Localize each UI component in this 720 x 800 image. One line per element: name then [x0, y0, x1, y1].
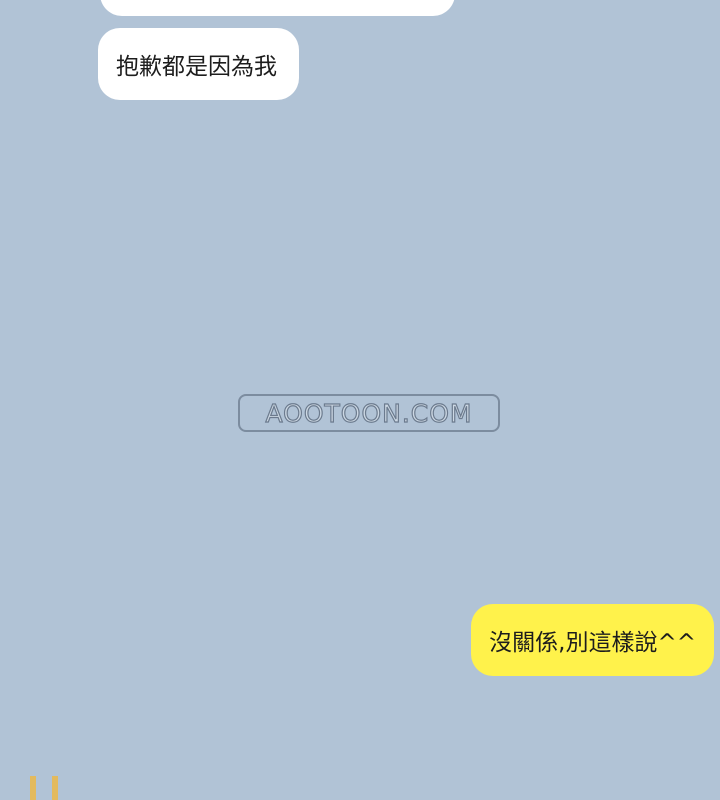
message-bubble-incoming[interactable]: 抱歉都是因為我 [98, 28, 299, 100]
message-text: 抱歉都是因為我 [116, 54, 277, 80]
watermark: AOOTOON.COM [238, 394, 500, 432]
message-bubble-previous[interactable] [100, 0, 455, 16]
message-bubble-outgoing[interactable]: 沒關係,別這樣說^^ [471, 604, 714, 676]
chat-area: 抱歉都是因為我 AOOTOON.COM 沒關係,別這樣說^^ [0, 0, 720, 800]
strip-glow [52, 776, 58, 800]
message-text: 沒關係,別這樣說^^ [489, 630, 696, 656]
strip-glow [30, 776, 36, 800]
bottom-edge-strip [0, 776, 720, 800]
